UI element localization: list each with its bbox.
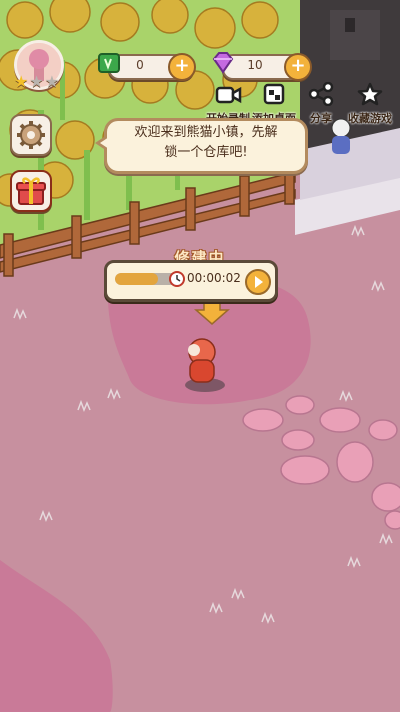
settings-button[interactable] (10, 114, 52, 156)
coin-counter: 0 + (98, 53, 196, 81)
build-progress-panel: 00:00:02 (104, 260, 278, 302)
favorite-label: 收藏游戏 (348, 112, 392, 125)
add-gem-button[interactable]: + (284, 53, 312, 81)
tutorial-dialog[interactable]: 欢迎来到熊猫小镇，先解 锁一个仓库吧! (95, 118, 308, 174)
dialog-line-1: 欢迎来到熊猫小镇，先解 (134, 125, 278, 140)
clock-icon (169, 271, 185, 287)
speed-up-button[interactable] (245, 269, 271, 295)
share-label: 分享 (310, 112, 332, 125)
share-icon (308, 81, 334, 107)
play-icon (255, 276, 263, 288)
dialog-line-2: 锁一个仓库吧! (164, 145, 248, 160)
add-coin-button[interactable]: + (168, 53, 196, 81)
gear-icon (17, 121, 45, 149)
gift-icon (16, 177, 46, 205)
star-icon: ★ (14, 72, 29, 91)
star-icon: ★ (29, 72, 44, 91)
gift-button[interactable] (10, 170, 52, 212)
progress-fill (115, 273, 159, 285)
add-desktop-icon (263, 83, 285, 105)
gem-counter: 10 + (212, 52, 312, 81)
star-icon: ★ (44, 72, 60, 91)
star-icon (357, 82, 383, 106)
camera-icon (215, 86, 242, 104)
share-button[interactable]: 分享 (308, 81, 334, 126)
coin-value: 0 (136, 58, 144, 72)
rating-stars: ★ ★ ★ (14, 74, 59, 90)
gem-value: 10 (247, 58, 263, 72)
build-timer: 00:00:02 (187, 271, 241, 285)
progress-track (115, 273, 177, 285)
game-scene[interactable] (0, 0, 400, 712)
favorite-game-button[interactable]: 收藏游戏 (348, 82, 392, 126)
